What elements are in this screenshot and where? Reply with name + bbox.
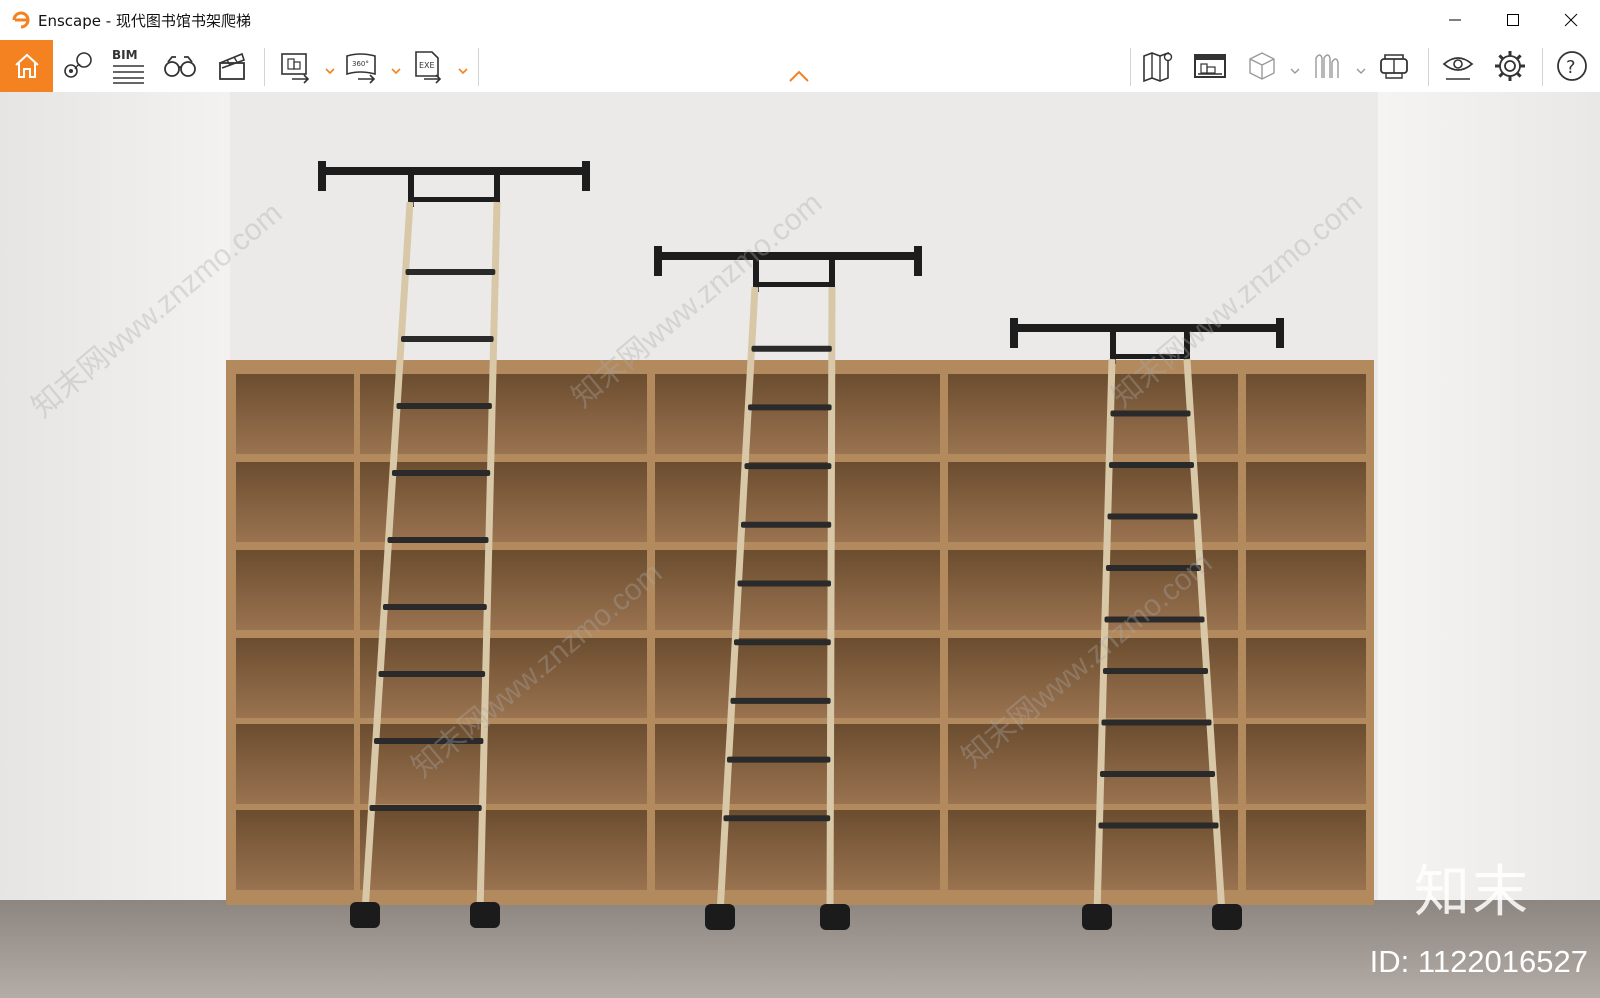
panorama-export-button[interactable]: 360° [342, 46, 382, 86]
asset-library-icon [1315, 54, 1339, 78]
close-button[interactable] [1542, 0, 1600, 40]
exe-export-icon: EXE [415, 51, 442, 84]
chevron-down-icon [1356, 68, 1366, 74]
chevron-down-icon [391, 68, 401, 75]
chevron-up-icon [789, 70, 809, 82]
bim-button[interactable]: BIM [108, 46, 148, 86]
shelf-cell [655, 724, 940, 804]
panorama-dropdown-caret[interactable] [391, 66, 401, 76]
toolbar-divider [478, 48, 479, 86]
shelf-cell [236, 462, 354, 542]
shelf-cell [1246, 724, 1366, 804]
enscape-logo-icon [8, 7, 34, 33]
help-button[interactable]: ? [1552, 46, 1592, 86]
binoculars-icon [164, 56, 196, 77]
exe-label: EXE [419, 61, 435, 70]
screenshot-export-icon [281, 53, 310, 84]
map-icon [1143, 51, 1173, 83]
title-bar: Enscape - 现代图书馆书架爬梯 [0, 0, 1600, 40]
help-icon: ? [1557, 51, 1587, 81]
visual-settings-eye-icon [1442, 57, 1474, 80]
asset-library-button[interactable] [1308, 46, 1348, 86]
cube-button[interactable] [1242, 46, 1282, 86]
shelf-cell [1246, 462, 1366, 542]
asset-library-dropdown-caret[interactable] [1356, 66, 1366, 76]
cube-dropdown-caret[interactable] [1290, 66, 1300, 76]
shelf-cell [236, 810, 354, 890]
shelf-cell [1246, 374, 1366, 454]
chevron-down-icon [458, 68, 468, 75]
shelf-cell [236, 724, 354, 804]
shelf-cell [655, 638, 940, 718]
window-title: Enscape - 现代图书馆书架爬梯 [38, 11, 251, 30]
shelf-cell [236, 550, 354, 630]
toolbar-divider [1130, 48, 1131, 86]
location-pin-button[interactable] [58, 46, 98, 86]
cube-icon [1249, 52, 1275, 80]
monitor-button[interactable] [1190, 46, 1230, 86]
screenshot-export-button[interactable] [276, 46, 316, 86]
watermark-id: ID: 1122016527 [1369, 944, 1588, 979]
shelf-cell [360, 810, 647, 890]
toolbar-divider [1542, 48, 1543, 86]
left-wall [0, 92, 230, 922]
shelf-cell [236, 374, 354, 454]
minimize-button[interactable] [1426, 0, 1484, 40]
render-viewport[interactable]: 知末网www.znzmo.com 知末网www.znzmo.com 知末网www… [0, 92, 1600, 998]
shelf-cell [655, 374, 940, 454]
vr-headset-icon [1380, 54, 1408, 79]
shelf-cell [655, 462, 940, 542]
shelf-cell [1246, 638, 1366, 718]
video-editor-button[interactable] [212, 46, 252, 86]
shelf-cell [1246, 810, 1366, 890]
toolbar-divider [1428, 48, 1429, 86]
panorama-360-export-icon: 360° [346, 53, 376, 84]
home-button[interactable] [0, 40, 53, 92]
visual-settings-button[interactable] [1438, 46, 1478, 86]
clapperboard-icon [219, 52, 246, 80]
home-icon [14, 53, 39, 78]
shelf-cell [948, 810, 1238, 890]
maximize-button[interactable] [1484, 0, 1542, 40]
exe-dropdown-caret[interactable] [458, 66, 468, 76]
settings-button[interactable] [1490, 46, 1530, 86]
help-label: ? [1566, 57, 1576, 78]
screenshot-dropdown-caret[interactable] [325, 66, 335, 76]
right-wall [1378, 92, 1600, 922]
chevron-down-icon [1290, 68, 1300, 74]
shelf-cell [236, 638, 354, 718]
chevron-down-icon [325, 68, 335, 75]
toolbar: BIM 360° EXE ? [0, 40, 1600, 93]
bim-label: BIM [112, 48, 138, 62]
monitor-icon [1194, 54, 1226, 78]
panorama-label: 360° [352, 60, 369, 68]
toolbar-divider [264, 48, 265, 86]
shelf-cell [360, 724, 647, 804]
shelf-cell [1246, 550, 1366, 630]
settings-gear-icon [1495, 51, 1525, 81]
binoculars-button[interactable] [160, 46, 200, 86]
watermark-logo: 知末 [1414, 860, 1530, 925]
vr-headset-button[interactable] [1374, 46, 1414, 86]
shelf-cell [655, 550, 940, 630]
floor [0, 900, 1600, 998]
map-button[interactable] [1138, 46, 1178, 86]
location-pin-icon [64, 52, 92, 78]
shelf-cell [655, 810, 940, 890]
exe-export-button[interactable]: EXE [408, 46, 448, 86]
collapse-toolbar-button[interactable] [788, 68, 810, 87]
